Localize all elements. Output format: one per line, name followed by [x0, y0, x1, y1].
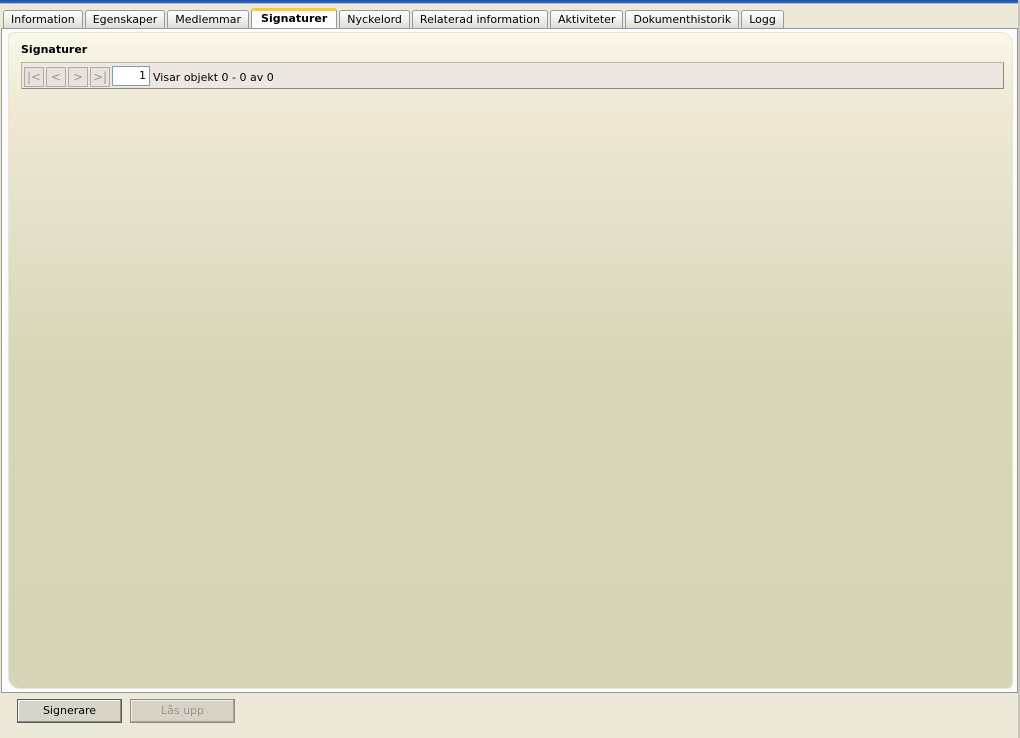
- pager-status-text: Visar objekt 0 - 0 av 0: [153, 71, 274, 84]
- panel-title: Signaturer: [21, 43, 88, 56]
- tab-medlemmar[interactable]: Medlemmar: [167, 10, 250, 29]
- unlock-button[interactable]: Lås upp: [130, 699, 235, 723]
- pager-toolbar: |< < > >| 1 Visar objekt 0 - 0 av 0: [21, 62, 1004, 89]
- tab-information[interactable]: Information: [3, 10, 83, 29]
- tab-signaturer[interactable]: Signaturer: [251, 8, 338, 29]
- signatures-panel: Signaturer |< < > >| 1 Visar objekt 0 - …: [8, 32, 1013, 689]
- tab-dokumenthistorik[interactable]: Dokumenthistorik: [625, 10, 740, 29]
- first-page-button[interactable]: |<: [24, 67, 44, 87]
- tab-logg[interactable]: Logg: [741, 10, 784, 29]
- dialog-window: Information Egenskaper Medlemmar Signatu…: [0, 0, 1020, 738]
- tab-egenskaper[interactable]: Egenskaper: [84, 10, 166, 29]
- tab-content-frame: Signaturer |< < > >| 1 Visar objekt 0 - …: [1, 28, 1018, 693]
- sign-button[interactable]: Signerare: [17, 699, 122, 723]
- tab-nyckelord[interactable]: Nyckelord: [339, 10, 410, 29]
- previous-page-button[interactable]: <: [46, 67, 66, 87]
- last-page-button[interactable]: >|: [90, 67, 110, 87]
- title-bar-strip: [0, 0, 1020, 4]
- page-number-input[interactable]: 1: [112, 66, 150, 86]
- tab-relaterad-information[interactable]: Relaterad information: [411, 10, 548, 29]
- tab-aktiviteter[interactable]: Aktiviteter: [549, 10, 624, 29]
- tab-bar: Information Egenskaper Medlemmar Signatu…: [3, 8, 786, 29]
- next-page-button[interactable]: >: [68, 67, 88, 87]
